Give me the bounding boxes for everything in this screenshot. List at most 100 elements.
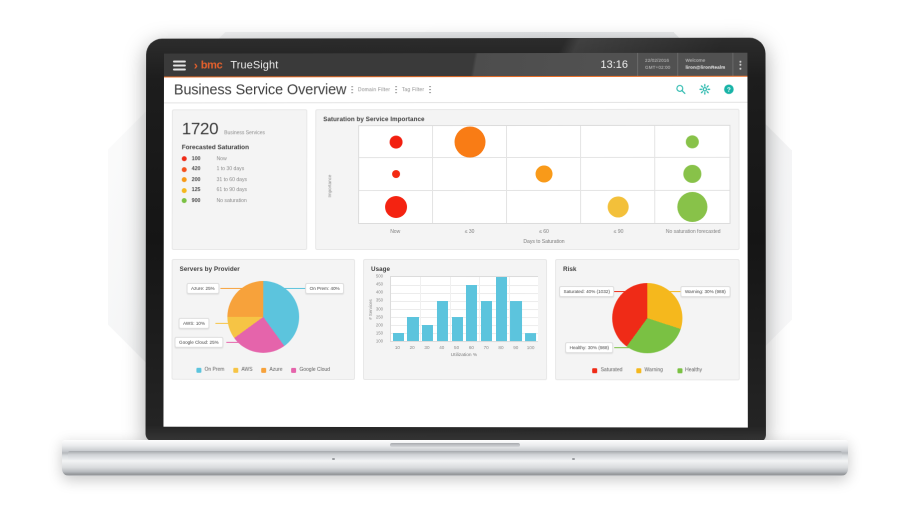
user-info[interactable]: Welcome liron@lironRealm xyxy=(677,52,733,77)
usage-chart-title: Usage xyxy=(371,265,391,273)
usage-bar[interactable] xyxy=(422,325,434,342)
usage-bar[interactable] xyxy=(480,301,493,342)
laptop-scene: › bmc TrueSight 13:16 22/02/2016 GMT+02:… xyxy=(0,0,900,516)
legend-swatch xyxy=(196,367,202,373)
saturation-row-none[interactable]: 900 No saturation xyxy=(181,197,298,204)
bubble-plot-area: High Medium Low xyxy=(358,124,731,225)
top-bar-left: › bmc TrueSight xyxy=(163,53,279,78)
domain-filter[interactable]: Domain Filter xyxy=(358,87,390,93)
usage-bar[interactable] xyxy=(510,301,522,342)
bubble-cell xyxy=(507,125,582,159)
hamburger-bar xyxy=(172,68,186,71)
bubble-y-axis-title: Importance xyxy=(327,174,333,198)
bubble-point[interactable] xyxy=(683,164,702,183)
laptop-base-dot xyxy=(332,458,335,460)
bubble-point[interactable] xyxy=(391,170,400,179)
status-dot xyxy=(181,187,187,193)
risk-pie[interactable] xyxy=(612,283,683,354)
tag-filter[interactable]: Tag Filter xyxy=(402,87,425,93)
bubble-point[interactable] xyxy=(454,126,486,158)
bubble-point[interactable] xyxy=(384,195,407,218)
laptop-base-lip xyxy=(68,451,842,460)
usage-plot-area xyxy=(389,275,539,343)
provider-leader-line xyxy=(220,287,253,289)
usage-bar[interactable] xyxy=(451,317,463,342)
bar-slot xyxy=(523,277,538,342)
saturation-row-61-90[interactable]: 125 61 to 90 days xyxy=(181,187,298,193)
hamburger-icon[interactable] xyxy=(172,60,186,71)
search-icon[interactable] xyxy=(675,84,686,95)
usage-x-tick: 60 xyxy=(468,345,474,351)
bubble-point[interactable] xyxy=(535,165,553,183)
usage-bar[interactable] xyxy=(407,316,419,342)
page-header-tools: ? xyxy=(675,83,737,95)
usage-bar[interactable] xyxy=(525,333,537,342)
callout-healthy: Healthy: 30% (988) xyxy=(565,342,614,354)
bubble-cell xyxy=(359,126,434,159)
legend-item-azure[interactable]: Azure xyxy=(261,366,283,373)
legend-item-on-prem[interactable]: On Prem xyxy=(196,367,224,373)
hamburger-bar xyxy=(172,60,186,63)
bubble-x-tick: ≤ 90 xyxy=(613,228,624,235)
bar-slot xyxy=(420,277,435,342)
dashboard-row-bottom: Servers by Provider On Prem: 40% Azure: … xyxy=(171,258,740,381)
callout-aws: AWS: 10% xyxy=(178,317,210,329)
servers-by-provider-card: Servers by Provider On Prem: 40% Azure: … xyxy=(171,258,356,380)
saturation-row-now[interactable]: 100 Now xyxy=(181,156,298,162)
page-title-menu-icon[interactable] xyxy=(346,85,358,94)
bubble-cell xyxy=(581,125,656,159)
bubble-cell xyxy=(507,190,582,223)
timezone-text: GMT+02:00 xyxy=(645,64,671,70)
saturation-row-31-60[interactable]: 200 31 to 60 days xyxy=(181,177,298,183)
bubble-point[interactable] xyxy=(677,191,708,222)
usage-y-tick: 500 xyxy=(375,273,384,279)
usage-x-tick: 40 xyxy=(439,345,445,351)
status-dot xyxy=(181,156,187,162)
brand-name: bmc xyxy=(200,59,223,72)
bubble-cell xyxy=(581,190,656,223)
kebab-dot xyxy=(429,85,431,88)
callout-text: AWS: 10% xyxy=(183,320,205,326)
bar-slot xyxy=(391,277,406,341)
saturation-row-1-30[interactable]: 420 1 to 30 days xyxy=(181,166,298,172)
usage-y-tick: 200 xyxy=(375,322,384,328)
bubble-x-axis: Now ≤ 30 ≤ 60 ≤ 90 No saturation forecas… xyxy=(358,229,730,235)
usage-bar[interactable] xyxy=(466,285,478,342)
legend-item-aws[interactable]: AWS xyxy=(233,367,253,373)
business-services-count: 1720 xyxy=(181,119,219,139)
help-icon[interactable]: ? xyxy=(723,84,734,95)
bubble-chart: Importance High Medium Low xyxy=(316,123,738,249)
usage-chart: # Services 500 450 400 350 300 250 200 1… xyxy=(364,273,546,360)
domain-filter-menu-icon[interactable] xyxy=(390,85,402,94)
legend-label: Azure xyxy=(269,366,283,373)
bubble-cell xyxy=(507,158,582,191)
callout-text: Healthy: 30% (988) xyxy=(569,345,610,351)
legend-item-saturated[interactable]: Saturated xyxy=(592,367,622,373)
usage-y-tick: 100 xyxy=(375,338,384,344)
overflow-menu-icon[interactable] xyxy=(732,52,748,77)
risk-pie-title: Risk xyxy=(563,266,577,274)
callout-text: Google Cloud: 25% xyxy=(179,339,219,345)
bubble-point[interactable] xyxy=(389,135,403,149)
kebab-dot xyxy=(739,67,742,70)
legend-item-google-cloud[interactable]: Google Cloud xyxy=(291,367,330,373)
gear-icon[interactable] xyxy=(699,83,710,95)
business-services-kpi-card: 1720 Business Services Forecasted Satura… xyxy=(171,109,308,250)
legend-swatch xyxy=(592,367,598,373)
dashboard-content: 1720 Business Services Forecasted Satura… xyxy=(163,102,748,428)
usage-bar[interactable] xyxy=(392,332,404,341)
saturation-count: 900 xyxy=(191,197,201,204)
bubble-point[interactable] xyxy=(607,196,629,218)
bubble-point[interactable] xyxy=(685,135,699,149)
callout-warning: Warning: 30% (988) xyxy=(680,286,731,298)
legend-item-warning[interactable]: Warning xyxy=(636,367,663,373)
usage-bar[interactable] xyxy=(495,277,507,342)
bmc-logo[interactable]: › bmc xyxy=(194,59,223,73)
legend-swatch xyxy=(261,367,267,373)
kebab-dot xyxy=(395,85,397,88)
kebab-dot xyxy=(351,88,353,91)
usage-bar[interactable] xyxy=(436,301,449,342)
legend-swatch xyxy=(636,367,642,373)
tag-filter-menu-icon[interactable] xyxy=(424,85,436,94)
legend-item-healthy[interactable]: Healthy xyxy=(677,367,702,373)
